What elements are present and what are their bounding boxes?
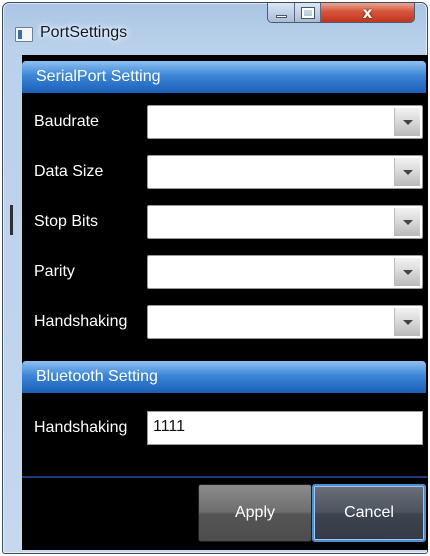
- dropdown-arrow-icon[interactable]: [394, 208, 420, 236]
- cancel-button[interactable]: Cancel: [312, 484, 426, 542]
- dropdown-arrow-icon[interactable]: [394, 258, 420, 286]
- maximize-icon: [300, 6, 315, 19]
- serial-handshaking-label: Handshaking: [34, 313, 128, 330]
- close-button[interactable]: x: [321, 3, 414, 22]
- port-settings-window: PortSettings x SerialPort Setting Baudra…: [2, 2, 428, 554]
- dialog-client-area: SerialPort Setting Baudrate Data Size St…: [22, 55, 428, 550]
- button-bar-divider: [22, 476, 428, 478]
- data-size-label: Data Size: [34, 163, 104, 180]
- stop-bits-combobox[interactable]: [147, 205, 423, 239]
- minimize-button[interactable]: [268, 3, 295, 22]
- data-size-combobox[interactable]: [147, 155, 423, 189]
- parity-label: Parity: [34, 263, 75, 280]
- parity-combobox[interactable]: [147, 255, 423, 289]
- close-icon: x: [362, 3, 373, 22]
- dropdown-arrow-icon[interactable]: [394, 108, 420, 136]
- dropdown-arrow-icon[interactable]: [394, 308, 420, 336]
- maximize-button[interactable]: [295, 3, 321, 22]
- stop-bits-label: Stop Bits: [34, 213, 99, 230]
- serial-handshaking-combobox[interactable]: [147, 305, 423, 339]
- title-bar[interactable]: PortSettings x: [3, 3, 427, 55]
- bluetooth-section-header: Bluetooth Setting: [22, 361, 426, 393]
- caption-buttons: x: [267, 3, 415, 23]
- minimize-icon: [275, 15, 287, 18]
- baudrate-combobox[interactable]: [147, 105, 423, 139]
- dropdown-arrow-icon[interactable]: [394, 158, 420, 186]
- apply-button[interactable]: Apply: [198, 484, 312, 542]
- baudrate-label: Baudrate: [34, 113, 99, 130]
- frame-resize-notch: [10, 205, 13, 235]
- bluetooth-handshaking-input[interactable]: 1111: [147, 411, 423, 445]
- window-title: PortSettings: [40, 24, 128, 41]
- bluetooth-handshaking-label: Handshaking: [34, 419, 128, 436]
- app-window-icon: [15, 27, 33, 42]
- window-frame-left: [3, 55, 22, 550]
- serialport-section-header: SerialPort Setting: [22, 61, 426, 93]
